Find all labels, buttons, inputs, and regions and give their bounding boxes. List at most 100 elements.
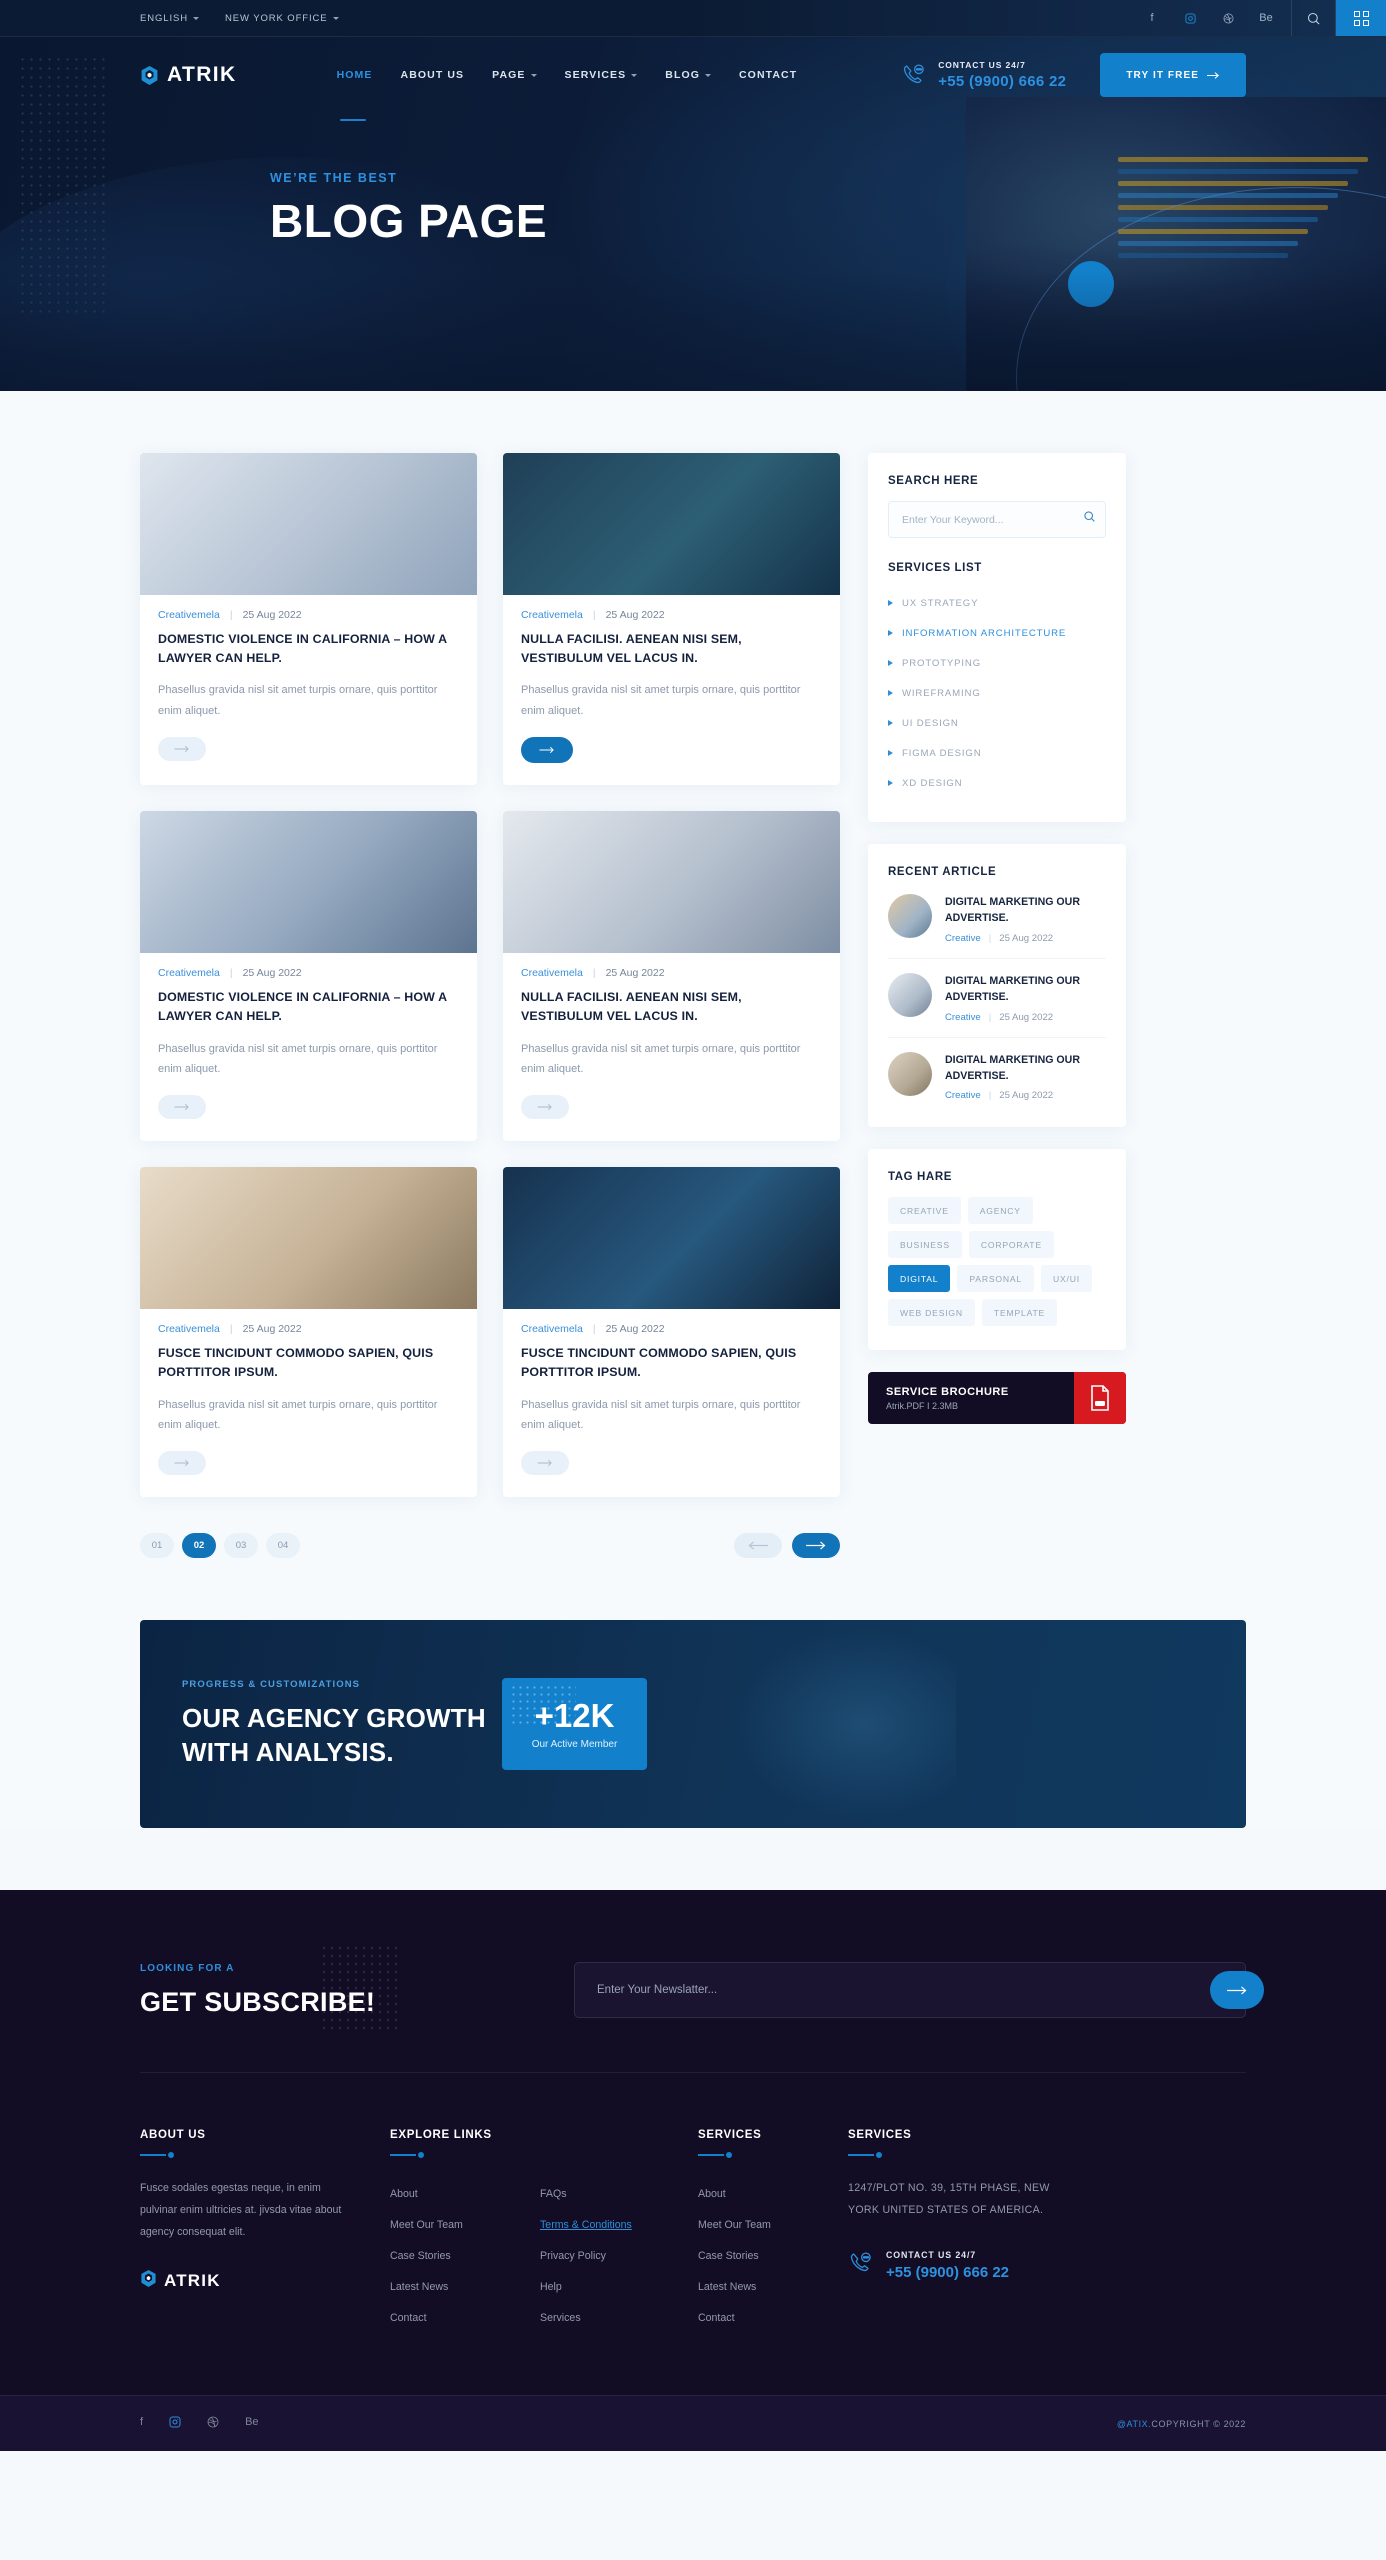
footer-link[interactable]: Case Stories bbox=[698, 2240, 848, 2271]
blog-card-title[interactable]: DOMESTIC VIOLENCE IN CALIFORNIA – HOW A … bbox=[158, 630, 459, 668]
page-number-button[interactable]: 04 bbox=[266, 1533, 300, 1559]
office-selector[interactable]: NEW YORK OFFICE bbox=[225, 13, 339, 24]
recent-article-item[interactable]: DIGITAL MARKETING OUR ADVERTISE. Creative… bbox=[888, 892, 1106, 959]
try-it-free-button[interactable]: TRY IT FREE bbox=[1100, 53, 1246, 97]
blog-card-title[interactable]: NULLA FACILISI. AENEAN NISI SEM, VESTIBU… bbox=[521, 988, 822, 1026]
tag-button[interactable]: PARSONAL bbox=[957, 1265, 1034, 1293]
search-input[interactable] bbox=[888, 501, 1106, 538]
nav-item-home[interactable]: HOME bbox=[337, 69, 373, 121]
tag-button[interactable]: CORPORATE bbox=[968, 1231, 1054, 1259]
article-category[interactable]: Creative bbox=[945, 1090, 981, 1101]
tag-button[interactable]: DIGITAL bbox=[888, 1265, 951, 1293]
footer-link[interactable]: Help bbox=[540, 2271, 698, 2302]
blog-card-author[interactable]: Creativemela bbox=[158, 609, 220, 621]
footer-link[interactable]: Contact bbox=[698, 2302, 848, 2333]
blog-card-author[interactable]: Creativemela bbox=[158, 967, 220, 979]
pdf-file-icon[interactable] bbox=[1074, 1372, 1126, 1425]
blog-card-meta: Creativemela | 25 Aug 2022 bbox=[521, 967, 822, 979]
article-title[interactable]: DIGITAL MARKETING OUR ADVERTISE. bbox=[945, 1052, 1106, 1085]
service-list-item[interactable]: PROTOTYPING bbox=[888, 648, 1106, 678]
footer-link[interactable]: Case Stories bbox=[390, 2240, 540, 2271]
tag-button[interactable]: AGENCY bbox=[967, 1197, 1033, 1225]
blog-card-author[interactable]: Creativemela bbox=[521, 609, 583, 621]
brand-logo[interactable]: ATRIK bbox=[140, 63, 237, 87]
prev-page-button[interactable] bbox=[734, 1533, 782, 1559]
nav-item-services[interactable]: SERVICES bbox=[565, 69, 638, 81]
recent-article-item[interactable]: DIGITAL MARKETING OUR ADVERTISE. Creative… bbox=[888, 1038, 1106, 1104]
read-more-button[interactable] bbox=[521, 737, 573, 764]
blog-card[interactable]: Creativemela | 25 Aug 2022 DOMESTIC VIOLENC… bbox=[140, 453, 477, 786]
footer-logo[interactable]: ATRIK bbox=[140, 2269, 390, 2293]
service-list-item[interactable]: UX STRATEGY bbox=[888, 588, 1106, 618]
facebook-icon[interactable]: f bbox=[140, 2416, 143, 2431]
tag-button[interactable]: CREATIVE bbox=[888, 1197, 961, 1225]
blog-card-author[interactable]: Creativemela bbox=[521, 1323, 583, 1335]
footer-link[interactable]: Terms & Conditions bbox=[540, 2209, 698, 2240]
footer-link[interactable]: About bbox=[698, 2178, 848, 2209]
blog-card-title[interactable]: NULLA FACILISI. AENEAN NISI SEM, VESTIBU… bbox=[521, 630, 822, 668]
footer-link[interactable]: Contact bbox=[390, 2302, 540, 2333]
nav-item-blog[interactable]: BLOG bbox=[665, 69, 711, 81]
recent-article-item[interactable]: DIGITAL MARKETING OUR ADVERTISE. Creative… bbox=[888, 959, 1106, 1038]
tag-button[interactable]: TEMPLATE bbox=[981, 1299, 1058, 1327]
blog-card-title[interactable]: FUSCE TINCIDUNT COMMODO SAPIEN, QUIS POR… bbox=[158, 1344, 459, 1382]
next-page-button[interactable] bbox=[792, 1533, 840, 1559]
tag-button[interactable]: UX/UI bbox=[1040, 1265, 1092, 1293]
instagram-icon[interactable] bbox=[1171, 0, 1209, 36]
service-brochure-card[interactable]: SERVICE BROCHURE Atrik.PDF I 2.3MB bbox=[868, 1372, 1126, 1425]
service-list-item[interactable]: UI DESIGN bbox=[888, 708, 1106, 738]
behance-icon[interactable]: Be bbox=[1247, 0, 1285, 36]
footer-contact-block[interactable]: CONTACT US 24/7 +55 (9900) 666 22 bbox=[848, 2250, 1128, 2281]
blog-card-author[interactable]: Creativemela bbox=[158, 1323, 220, 1335]
footer-link[interactable]: Latest News bbox=[390, 2271, 540, 2302]
read-more-button[interactable] bbox=[521, 1095, 569, 1120]
search-icon[interactable] bbox=[1292, 0, 1336, 36]
read-more-button[interactable] bbox=[158, 1451, 206, 1476]
blog-card[interactable]: Creativemela | 25 Aug 2022 FUSCE TINCIDUNT … bbox=[140, 1167, 477, 1498]
nav-item-page[interactable]: PAGE bbox=[492, 69, 537, 81]
footer-link[interactable]: Privacy Policy bbox=[540, 2240, 698, 2271]
footer-link[interactable]: Latest News bbox=[698, 2271, 848, 2302]
page-number-button[interactable]: 01 bbox=[140, 1533, 174, 1559]
behance-icon[interactable]: Be bbox=[245, 2416, 258, 2431]
read-more-button[interactable] bbox=[158, 1095, 206, 1120]
newsletter-input[interactable] bbox=[574, 1962, 1246, 2019]
page-number-button[interactable]: 03 bbox=[224, 1533, 258, 1559]
blog-card-author[interactable]: Creativemela bbox=[521, 967, 583, 979]
service-list-item[interactable]: WIREFRAMING bbox=[888, 678, 1106, 708]
footer-link[interactable]: About bbox=[390, 2178, 540, 2209]
page-number-button[interactable]: 02 bbox=[182, 1533, 216, 1559]
article-title[interactable]: DIGITAL MARKETING OUR ADVERTISE. bbox=[945, 894, 1106, 927]
footer-link[interactable]: Meet Our Team bbox=[390, 2209, 540, 2240]
nav-item-about-us[interactable]: ABOUT US bbox=[401, 69, 465, 81]
blog-card[interactable]: Creativemela | 25 Aug 2022 NULLA FACILISI. … bbox=[503, 811, 840, 1142]
instagram-icon[interactable] bbox=[169, 2416, 181, 2431]
blog-card[interactable]: Creativemela | 25 Aug 2022 NULLA FACILISI. … bbox=[503, 453, 840, 786]
blog-card[interactable]: Creativemela | 25 Aug 2022 DOMESTIC VIOLENC… bbox=[140, 811, 477, 1142]
newsletter-submit-button[interactable] bbox=[1210, 1971, 1264, 2010]
blog-card[interactable]: Creativemela | 25 Aug 2022 FUSCE TINCIDUNT … bbox=[503, 1167, 840, 1498]
header-contact[interactable]: CONTACT US 24/7 +55 (9900) 666 22 bbox=[901, 60, 1066, 90]
tag-button[interactable]: WEB DESIGN bbox=[888, 1299, 975, 1327]
service-list-item[interactable]: FIGMA DESIGN bbox=[888, 738, 1106, 768]
article-title[interactable]: DIGITAL MARKETING OUR ADVERTISE. bbox=[945, 973, 1106, 1006]
article-category[interactable]: Creative bbox=[945, 933, 981, 944]
grid-menu-icon[interactable] bbox=[1336, 0, 1386, 36]
blog-card-title[interactable]: DOMESTIC VIOLENCE IN CALIFORNIA – HOW A … bbox=[158, 988, 459, 1026]
tag-button[interactable]: BUSINESS bbox=[888, 1231, 962, 1259]
dribbble-icon[interactable] bbox=[207, 2416, 219, 2431]
read-more-button[interactable] bbox=[521, 1451, 569, 1476]
article-category[interactable]: Creative bbox=[945, 1012, 981, 1023]
search-submit-button[interactable] bbox=[1083, 510, 1096, 526]
blog-card-title[interactable]: FUSCE TINCIDUNT COMMODO SAPIEN, QUIS POR… bbox=[521, 1344, 822, 1382]
dribbble-icon[interactable] bbox=[1209, 0, 1247, 36]
service-list-item[interactable]: XD DESIGN bbox=[888, 768, 1106, 798]
read-more-button[interactable] bbox=[158, 737, 206, 762]
language-selector[interactable]: ENGLISH bbox=[140, 13, 200, 24]
nav-item-contact[interactable]: CONTACT bbox=[739, 69, 797, 81]
footer-link[interactable]: Meet Our Team bbox=[698, 2209, 848, 2240]
footer-link[interactable]: Services bbox=[540, 2302, 698, 2333]
footer-link[interactable]: FAQs bbox=[540, 2178, 698, 2209]
facebook-icon[interactable]: f bbox=[1133, 0, 1171, 36]
service-list-item[interactable]: INFORMATION ARCHITECTURE bbox=[888, 618, 1106, 648]
